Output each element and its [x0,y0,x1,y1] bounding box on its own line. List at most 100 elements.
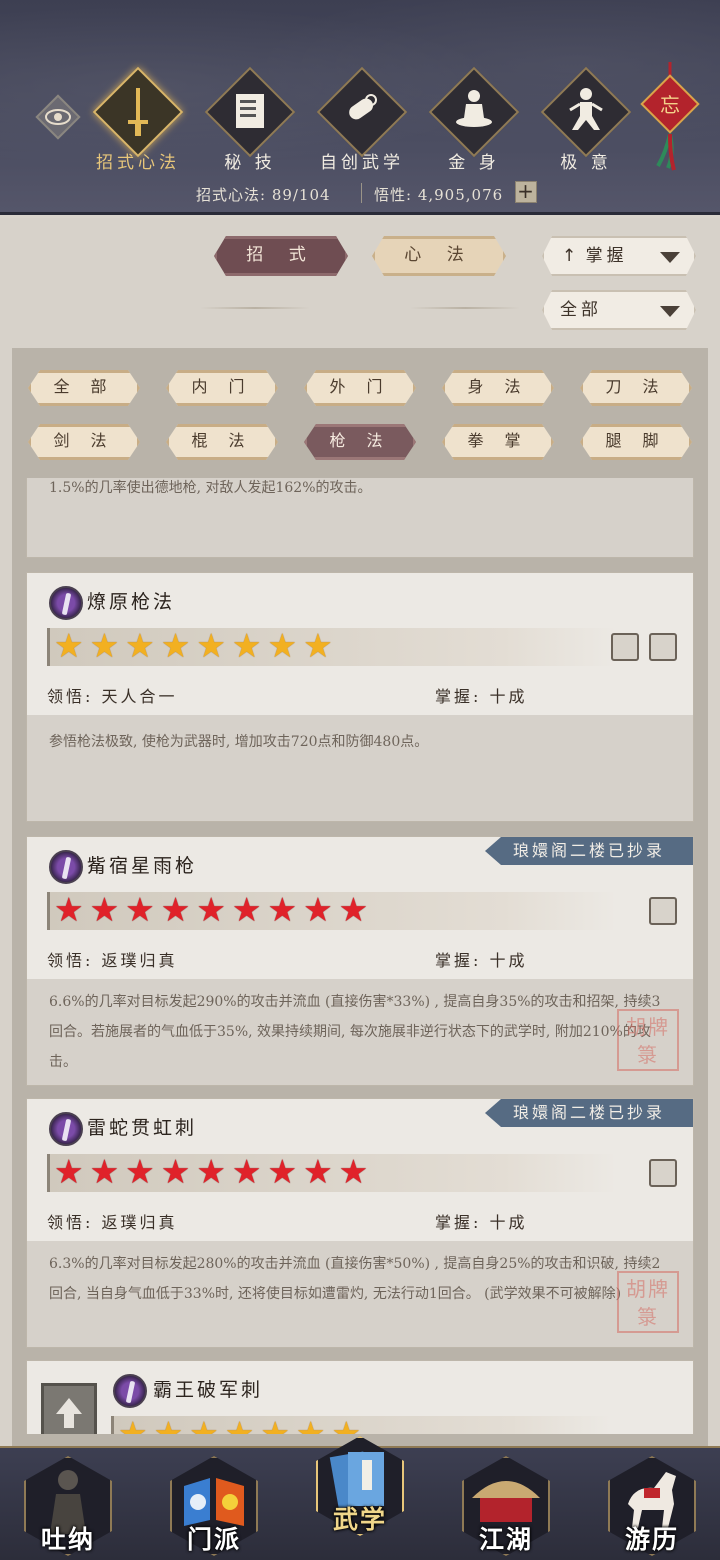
tab-self-created[interactable]: 自创武学 [312,66,412,180]
nav-label: 吐纳 [40,1525,95,1554]
eye-toggle-button[interactable] [35,94,81,140]
spear-badge-icon [49,850,83,884]
chevron-down-icon [660,252,680,263]
copy-skill-icon[interactable] [611,633,639,661]
mastery-value: 十成 [489,1213,528,1232]
chip-fist-palm[interactable]: 拳 掌 [442,424,554,460]
nav-label: 江湖 [478,1525,533,1554]
mastery-label: 掌握: [435,951,482,970]
chip-blade[interactable]: 刀 法 [580,370,692,406]
skill-card[interactable]: 燎原枪法 ★★★★★★★★ 领悟: 天人合一 掌握: 十成 参悟枪法极致, 使枪… [26,572,694,822]
mastery-label: 掌握: [435,1213,482,1232]
comprehension-label: 领悟: [47,687,94,706]
nav-martial-arts[interactable]: 武学 [310,1434,410,1538]
comprehension-label: 领悟: [47,951,94,970]
skill-list[interactable]: 1.5%的几率使出德地枪, 对敌人发起162%的攻击。 燎原枪法 ★★★★★★★… [26,478,694,1434]
spear-badge-icon [49,1112,83,1146]
copied-ribbon: 琅嬛阁二楼已抄录 [485,1099,693,1127]
star-rating: ★★★★★★★★ [47,628,617,666]
category-select-value: 全部 [560,300,602,320]
comprehension-label: 领悟: [47,1213,94,1232]
tab-moves-techniques[interactable]: 招式心法 [88,66,188,180]
bottom-navigation: 吐纳 门派 武学 江湖 游历 [0,1436,720,1560]
insight-value: 悟性: 4,905,076 [374,186,504,204]
chip-inner-school[interactable]: 内 门 [166,370,278,406]
chip-spear[interactable]: 枪 法 [304,424,416,460]
skill-name: 燎原枪法 [87,591,176,613]
meditation-icon [456,90,492,127]
spear-badge-icon [113,1374,147,1408]
nav-label: 武学 [332,1505,387,1534]
eye-icon [45,109,71,125]
sort-arrow-icon: ↑ [562,246,577,266]
martial-stance-icon [569,88,603,130]
stats-divider [361,183,362,203]
skill-name: 雷蛇贯虹刺 [87,1117,198,1139]
skill-name: 觜宿星雨枪 [87,855,198,877]
chinese-knot-ornament[interactable]: 忘 [640,62,700,172]
chip-kick[interactable]: 腿 脚 [580,424,692,460]
tab-inner-arts[interactable]: 心 法 [372,236,506,276]
skill-name: 霸王破军刺 [153,1379,264,1401]
scroll-icon [349,94,377,120]
arrow-up-icon [56,1398,82,1428]
tab-ultimate-intent[interactable]: 极 意 [536,66,636,180]
chip-footwork[interactable]: 身 法 [442,370,554,406]
skill-card[interactable]: 琅嬛阁二楼已抄录 雷蛇贯虹刺 ★★★★★★★★★ 领悟: 返璞归真 掌握: 十成… [26,1098,694,1348]
stars-red: ★★★★★★★★★ [54,890,375,929]
nav-label: 门派 [186,1525,241,1554]
tab-label: 秘 技 [224,153,276,173]
ornament-divider [410,307,520,309]
spear-weapon-icon[interactable] [649,633,677,661]
skill-description: 1.5%的几率使出德地枪, 对敌人发起162%的攻击。 [27,478,693,557]
skills-count: 招式心法: 89/104 [196,186,331,204]
skill-description: 6.6%的几率对目标发起290%的攻击并流血 (直接伤害*33%) , 提高自身… [27,979,693,1085]
skill-card[interactable]: 霸王破军刺 ★★★★★★★ [26,1360,694,1434]
sort-select-value: 掌握 [585,246,628,266]
top-header: 招式心法 秘 技 自创武学 金 身 极 意 忘 招式心法: 89/104 悟性:… [0,0,720,215]
stars-gold: ★★★★★★★★ [54,626,339,665]
nav-jianghu[interactable]: 江湖 [456,1454,556,1558]
skill-card[interactable]: 琅嬛阁二楼已抄录 觜宿星雨枪 ★★★★★★★★★ 领悟: 返璞归真 掌握: 十成… [26,836,694,1086]
tab-label: 金 身 [448,153,500,173]
comprehension-value: 返璞归真 [101,1213,178,1232]
tab-label: 招式心法 [96,153,180,173]
chip-all[interactable]: 全 部 [28,370,140,406]
stars-gold: ★★★★★★★ [118,1414,368,1435]
mastery-value: 十成 [489,951,528,970]
category-select[interactable]: 全部 [542,290,696,330]
star-rating: ★★★★★★★★★ [47,892,617,930]
tab-golden-body[interactable]: 金 身 [424,66,524,180]
nav-breathing[interactable]: 吐纳 [18,1454,118,1558]
tab-secret-skills[interactable]: 秘 技 [200,66,300,180]
sort-select[interactable]: ↑ 掌握 [542,236,696,276]
star-rating: ★★★★★★★ [111,1416,611,1434]
ornament-divider [200,307,310,309]
tab-label: 自创武学 [320,153,404,173]
nav-label: 游历 [624,1525,679,1554]
comprehension-value: 返璞归真 [101,951,178,970]
tab-moves[interactable]: 招 式 [214,236,348,276]
book-icon [236,94,264,128]
spear-weapon-icon[interactable] [649,1159,677,1187]
skill-card-partial[interactable]: 1.5%的几率使出德地枪, 对敌人发起162%的攻击。 [26,478,694,558]
comprehension-value: 天人合一 [101,687,178,706]
chip-staff[interactable]: 棍 法 [166,424,278,460]
knot-char: 忘 [660,93,680,117]
stats-bar: 招式心法: 89/104 悟性: 4,905,076 + [0,181,720,207]
chinese-knot-icon: 忘 [640,62,700,171]
copied-ribbon: 琅嬛阁二楼已抄录 [485,837,693,865]
seal-stamp: 胡牌箓 [617,1009,679,1071]
upgrade-button[interactable] [41,1383,97,1434]
stars-red: ★★★★★★★★★ [54,1152,375,1191]
nav-sect[interactable]: 门派 [164,1454,264,1558]
spear-weapon-icon[interactable] [649,897,677,925]
chip-outer-school[interactable]: 外 门 [304,370,416,406]
add-insight-button[interactable]: + [515,181,537,203]
spear-badge-icon [49,586,83,620]
star-rating: ★★★★★★★★★ [47,1154,617,1192]
chip-sword[interactable]: 剑 法 [28,424,140,460]
mastery-label: 掌握: [435,687,482,706]
nav-travel[interactable]: 游历 [602,1454,702,1558]
skill-description: 6.3%的几率对目标发起280%的攻击并流血 (直接伤害*50%) , 提高自身… [27,1241,693,1347]
